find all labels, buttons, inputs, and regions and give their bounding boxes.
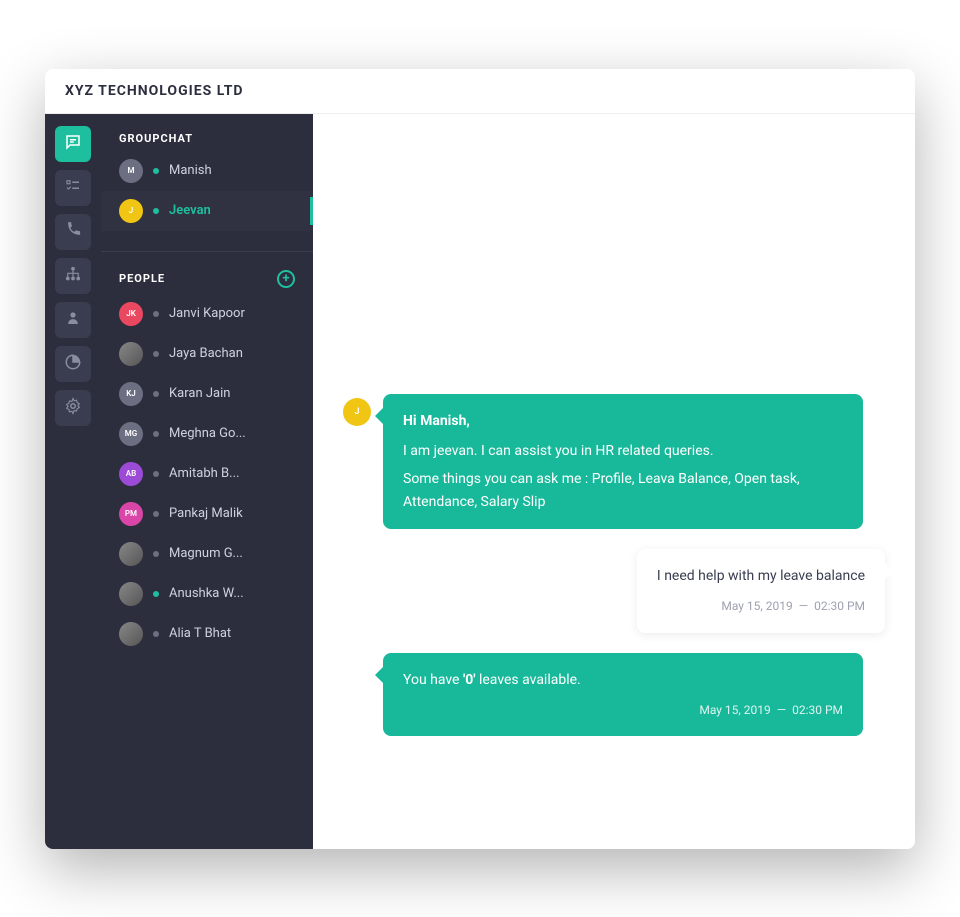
nav-org[interactable] [55,258,91,294]
groupchat-header: GROUPCHAT [101,132,313,151]
message-text: You have '0' leaves available. [403,669,843,691]
sidebar: GROUPCHAT M Manish J Jeevan PEOPLE + [101,114,313,849]
app-window: XYZ TECHNOLOGIES LTD [45,69,915,849]
list-icon [64,177,82,199]
contact-name: Manish [169,163,295,178]
people-item[interactable]: KJ Karan Jain [101,374,313,414]
avatar: MG [119,422,143,446]
people-item[interactable]: AB Amitabh B... [101,454,313,494]
contact-name: Meghna Go... [169,426,295,441]
user-message: I need help with my leave balance May 15… [637,549,885,633]
nav-reports[interactable] [55,346,91,382]
bot-avatar: J [343,398,371,426]
contact-name: Janvi Kapoor [169,306,295,321]
gear-icon [64,397,82,419]
avatar [119,622,143,646]
avatar [119,582,143,606]
bot-message: Hi Manish, I am jeevan. I can assist you… [383,394,863,530]
status-dot [153,591,159,597]
header: XYZ TECHNOLOGIES LTD [45,69,915,114]
nav-chat[interactable] [55,126,91,162]
nav-calls[interactable] [55,214,91,250]
status-dot [153,431,159,437]
contact-name: Anushka W... [169,586,295,601]
contact-name: Magnum G... [169,546,295,561]
avatar: J [119,199,143,223]
company-title: XYZ TECHNOLOGIES LTD [65,83,895,99]
people-item[interactable]: JK Janvi Kapoor [101,294,313,334]
contact-name: Pankaj Malik [169,506,295,521]
contact-name: Amitabh B... [169,466,295,481]
status-dot [153,311,159,317]
greeting: Hi Manish, [403,410,843,432]
avatar: JK [119,302,143,326]
message-row: I need help with my leave balance May 15… [343,549,885,633]
nav-tasks[interactable] [55,170,91,206]
message-row: J Hi Manish, I am jeevan. I can assist y… [343,394,885,530]
status-dot [153,511,159,517]
people-item[interactable]: Jaya Bachan [101,334,313,374]
groupchat-title: GROUPCHAT [119,132,193,145]
hierarchy-icon [64,265,82,287]
groupchat-item[interactable]: M Manish [101,151,313,191]
message-line: I am jeevan. I can assist you in HR rela… [403,440,843,462]
status-dot [153,208,159,214]
contact-name: Alia T Bhat [169,626,295,641]
people-item[interactable]: Anushka W... [101,574,313,614]
phone-icon [64,221,82,243]
nav-profile[interactable] [55,302,91,338]
people-item[interactable]: MG Meghna Go... [101,414,313,454]
groupchat-list: M Manish J Jeevan [101,151,313,245]
status-dot [153,391,159,397]
chat-icon [64,133,82,155]
people-title: PEOPLE [119,272,165,285]
timestamp: May 15, 2019—02:30 PM [657,597,865,616]
people-list: JK Janvi Kapoor Jaya Bachan KJ Karan Jai… [101,294,313,668]
contact-name: Jeevan [169,203,295,218]
app-body: GROUPCHAT M Manish J Jeevan PEOPLE + [45,114,915,849]
contact-name: Karan Jain [169,386,295,401]
avatar [119,542,143,566]
people-item[interactable]: Alia T Bhat [101,614,313,654]
bot-message: You have '0' leaves available. May 15, 2… [383,653,863,737]
avatar [119,342,143,366]
person-icon [64,309,82,331]
status-dot [153,351,159,357]
people-header: PEOPLE + [101,270,313,294]
status-dot [153,631,159,637]
people-item[interactable]: Magnum G... [101,534,313,574]
status-dot [153,551,159,557]
avatar: AB [119,462,143,486]
message-row: You have '0' leaves available. May 15, 2… [343,653,885,737]
avatar: KJ [119,382,143,406]
pie-chart-icon [64,353,82,375]
add-person-button[interactable]: + [277,270,295,288]
status-dot [153,168,159,174]
nav-settings[interactable] [55,390,91,426]
message-text: I need help with my leave balance [657,565,865,587]
avatar: PM [119,502,143,526]
divider [101,251,313,252]
contact-name: Jaya Bachan [169,346,295,361]
people-item[interactable]: PM Pankaj Malik [101,494,313,534]
icon-bar [45,114,101,849]
avatar: M [119,159,143,183]
status-dot [153,471,159,477]
message-line: Some things you can ask me : Profile, Le… [403,468,843,513]
timestamp: May 15, 2019—02:30 PM [403,701,843,720]
groupchat-item[interactable]: J Jeevan [101,191,313,231]
chat-panel: J Hi Manish, I am jeevan. I can assist y… [313,114,915,849]
